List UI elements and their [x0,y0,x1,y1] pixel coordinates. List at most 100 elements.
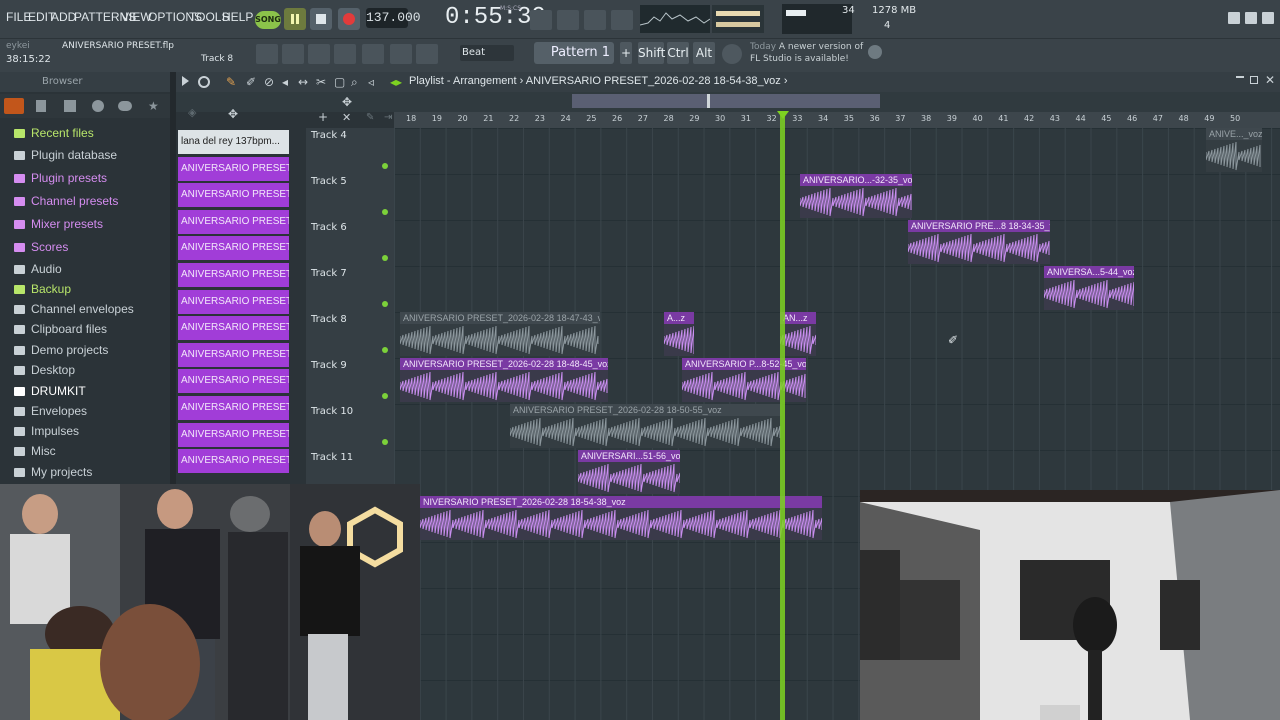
browser-item[interactable]: My projects [14,465,92,479]
news-panel[interactable]: Today A newer version of FL Studio is av… [750,41,863,65]
cloud-icon[interactable] [118,101,132,111]
audio-clip[interactable]: A...z [664,312,694,356]
track-name[interactable]: Track 5 [311,176,347,187]
plugin-icon[interactable] [92,100,104,112]
timeline-ruler[interactable] [394,112,1280,128]
channel-button[interactable]: ANIVERSARIO PRESET_202... [178,183,289,208]
audio-clip[interactable]: NIVERSARIO PRESET_2026-02-28 18-54-38_vo… [420,496,822,540]
arrangement-arrow-icon[interactable]: ◂▸ [390,75,402,89]
close-icon[interactable] [1262,12,1274,24]
minimize-icon[interactable] [1228,12,1240,24]
audio-clip[interactable]: ANIVERSARIO PRE...8 18-34-35_voz [908,220,1050,264]
track-name[interactable]: Track 6 [311,222,347,233]
delete-icon[interactable]: ⊘ [264,75,274,89]
playlist-maximize-icon[interactable] [1250,76,1258,84]
piano-roll-icon[interactable] [308,44,330,64]
browser-item[interactable]: Impulses [14,424,79,438]
loop-record-icon[interactable] [584,10,606,30]
channel-rack-icon[interactable] [282,44,304,64]
browser-item[interactable]: Clipboard files [14,322,107,336]
track-enable-led[interactable] [382,393,388,399]
shift-key-button[interactable]: Shift [638,42,665,64]
browser-item[interactable]: Channel envelopes [14,302,134,316]
channel-button[interactable]: ANIVERSARIO PRESET_202... [178,449,289,474]
audio-clip[interactable]: ANIVERSA...5-44_voz [1044,266,1134,310]
pattern-arrow-icon[interactable]: ◈ [188,106,196,119]
song-position-marker[interactable] [777,111,789,119]
slip-icon[interactable]: ↔ [298,75,308,89]
track-name[interactable]: Track 7 [311,268,347,279]
audio-clip[interactable]: ANIVERSARIO PRESET_2026-02-28 18-47-43_v… [400,312,600,356]
ctrl-key-button[interactable]: Ctrl [667,42,689,64]
channel-selected[interactable]: lana del rey 137bpm... [178,130,289,154]
audio-clip[interactable]: ANIVERSARIO PRESET_2026-02-28 18-48-45_v… [400,358,608,402]
channel-button[interactable]: ANIVERSARIO PRESET_202... [178,396,289,420]
speaker-icon[interactable] [64,100,76,112]
file-icon[interactable] [36,100,46,112]
restore-icon[interactable] [1245,12,1257,24]
track-name[interactable]: Track 4 [311,130,347,141]
add-track-icon[interactable]: + [318,110,328,124]
song-mode-toggle[interactable]: SONG [255,11,281,29]
browser-item[interactable]: Backup [14,282,71,296]
track-name[interactable]: Track 9 [311,360,347,371]
arrow-right-icon[interactable]: ⇥ [384,112,392,123]
channel-button[interactable]: ANIVERSARIO PRESET_202... [178,369,289,394]
track-name[interactable]: Track 11 [311,452,353,463]
audio-clip[interactable]: ANIVE..._voz [1206,128,1262,172]
browser-item[interactable]: Plugin database [14,148,117,162]
channel-button[interactable]: ANIVERSARIO PRESET_202... [178,422,289,447]
audio-clip[interactable]: ANIVERSARI...51-56_voz [578,450,680,494]
move-icon[interactable]: ✥ [228,107,238,121]
menu-help[interactable]: HELP [222,10,253,24]
playback-icon[interactable]: ◃ [368,75,374,89]
browser-item[interactable]: Mixer presets [14,217,103,231]
browser-item[interactable]: Recent files [14,126,94,140]
track-enable-led[interactable] [382,347,388,353]
channel-button[interactable]: ANIVERSARIO PRESET_202... [178,263,289,287]
globe-icon[interactable] [868,45,882,59]
tempo-display[interactable]: 137.000 [366,8,421,28]
wait-input-icon[interactable] [611,10,633,30]
track-name[interactable]: Track 10 [311,406,353,417]
playhead[interactable] [780,112,785,720]
remove-icon[interactable]: ✕ [342,111,351,124]
playlist-close-icon[interactable]: ✕ [1265,73,1275,87]
browser-item[interactable]: DRUMKIT [14,384,86,398]
audio-clip[interactable]: ANIVERSARIO PRESET_2026-02-28 18-50-55_v… [510,404,782,448]
track-enable-led[interactable] [382,163,388,169]
audio-clip[interactable]: ANIVERSARIO...-32-35_voz [800,174,912,218]
record-button[interactable] [338,8,360,30]
track-name[interactable]: Track 8 [311,314,347,325]
expand-icon[interactable]: ✥ [342,95,352,109]
browser-item[interactable]: Channel presets [14,194,118,208]
channel-button[interactable]: ANIVERSARIO PRESET_202... [178,156,289,181]
plugin-picker-icon[interactable] [362,44,384,64]
metronome-icon[interactable] [557,10,579,30]
channel-button[interactable]: ANIVERSARIO PRESET_202... [178,316,289,341]
audio-clip[interactable]: AN...z [780,312,816,356]
stop-button[interactable] [310,8,332,30]
channel-button[interactable]: ANIVERSARIO PRESET_202... [178,209,289,234]
typing-keyboard-icon[interactable] [530,10,552,30]
alt-key-button[interactable]: Alt [693,42,715,64]
pencil-icon[interactable]: ✎ [226,75,236,89]
browser-item[interactable]: Envelopes [14,404,87,418]
snap-select[interactable]: Beat [460,45,514,61]
pause-button[interactable] [284,8,306,30]
news-icon[interactable] [722,44,742,64]
scrollbar-marker[interactable] [707,94,710,108]
track-enable-led[interactable] [382,439,388,445]
select-icon[interactable]: ▢ [334,75,345,89]
zoom-icon[interactable]: ⌕ [351,75,358,90]
horizontal-scrollbar[interactable] [572,94,880,108]
slice-icon[interactable]: ✂ [316,75,326,89]
browser-item[interactable]: Misc [14,444,56,458]
arrow-icon[interactable] [390,44,412,64]
brush-icon[interactable]: ✐ [246,75,256,89]
edit-icon[interactable]: ✎ [366,112,374,123]
mute-icon[interactable]: ◂ [282,75,288,89]
mixer-icon[interactable] [334,44,356,64]
microphone-icon[interactable] [416,44,438,64]
channel-button[interactable]: ANIVERSARIO PRESET_202... [178,289,289,314]
